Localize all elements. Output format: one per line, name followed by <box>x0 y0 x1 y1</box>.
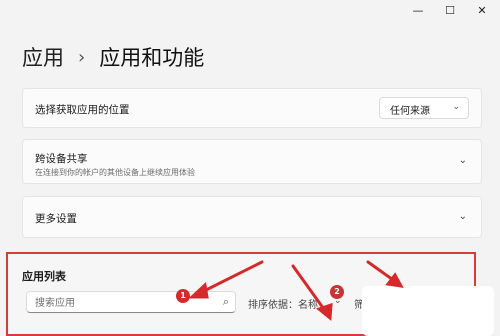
minimize-button[interactable]: — <box>404 2 432 20</box>
breadcrumb-separator-icon: › <box>78 46 86 68</box>
page-title: 应用和功能 <box>99 46 205 70</box>
share-across-devices-subtitle: 在连接到你的帐户的其他设备上继续应用体验 <box>35 168 195 177</box>
watermark-cover <box>362 286 494 336</box>
chevron-down-icon[interactable]: ⌄ <box>459 211 467 222</box>
install-location-value: 任何来源 <box>390 106 430 117</box>
annotation-badge: 2 <box>330 285 344 299</box>
chevron-down-icon[interactable]: ⌄ <box>459 155 467 166</box>
more-settings-card[interactable]: 更多设置 ⌄ <box>22 196 482 238</box>
title-bar: — ☐ ✕ <box>0 0 500 22</box>
install-location-dropdown[interactable]: 任何来源 ⌄ <box>379 97 469 119</box>
breadcrumb-apps[interactable]: 应用 <box>22 42 64 72</box>
sort-by-dropdown[interactable]: 排序依据：名称 <box>248 296 318 311</box>
maximize-button[interactable]: ☐ <box>436 2 464 20</box>
install-location-title: 选择获取应用的位置 <box>35 104 130 116</box>
search-box[interactable]: ⌕ <box>26 291 236 313</box>
share-across-devices-card[interactable]: 跨设备共享 在连接到你的帐户的其他设备上继续应用体验 ⌄ <box>22 139 482 184</box>
install-location-card: 选择获取应用的位置 任何来源 ⌄ <box>22 88 482 128</box>
annotation-badge: 1 <box>176 289 190 303</box>
breadcrumb: 应用 › 应用和功能 <box>22 40 204 74</box>
search-icon[interactable]: ⌕ <box>223 295 229 309</box>
more-settings-title: 更多设置 <box>35 213 77 225</box>
close-button[interactable]: ✕ <box>468 2 496 20</box>
share-across-devices-title: 跨设备共享 <box>35 153 88 165</box>
chevron-down-icon: ⌄ <box>452 102 460 112</box>
app-list-title: 应用列表 <box>22 270 66 283</box>
